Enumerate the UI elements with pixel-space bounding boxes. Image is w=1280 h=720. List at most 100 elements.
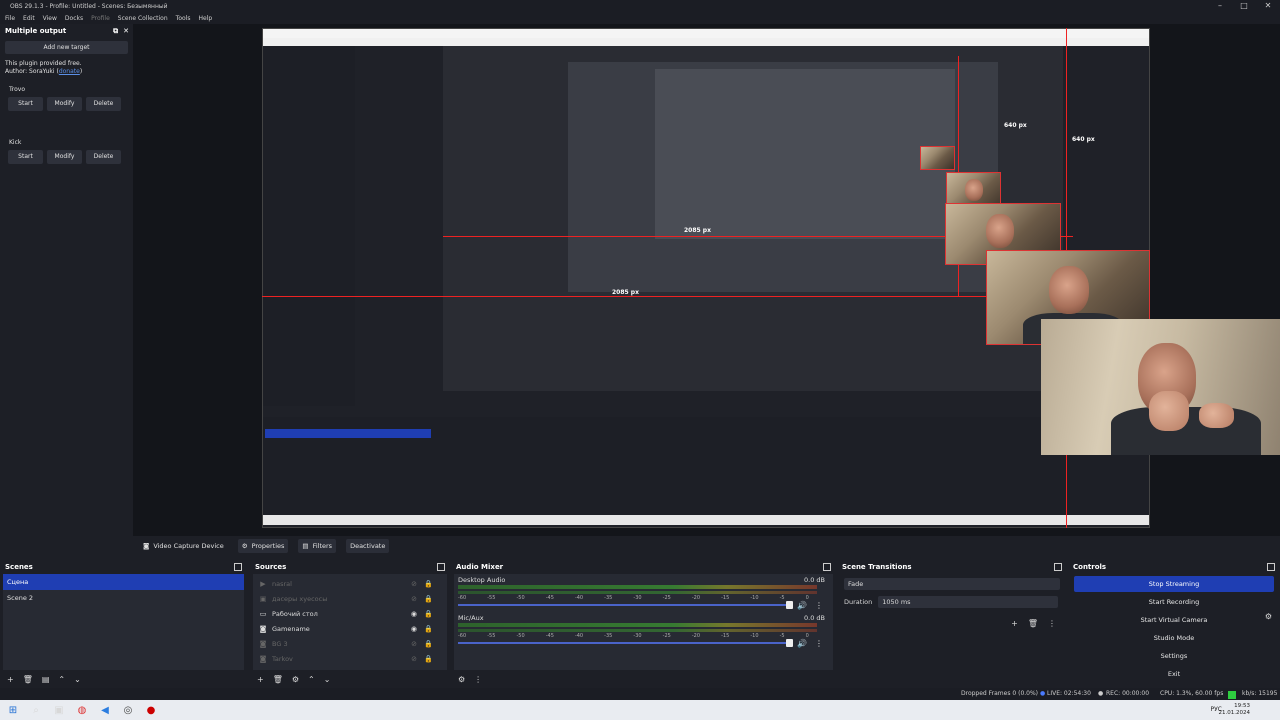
- menu-view[interactable]: View: [43, 15, 57, 22]
- menu-help[interactable]: Help: [198, 15, 212, 22]
- lock-icon[interactable]: 🔒: [424, 625, 433, 633]
- windows-start-icon[interactable]: ⊞: [3, 702, 23, 718]
- source-item[interactable]: ◙ Tarkov ⊘ 🔒: [253, 651, 447, 666]
- nested-taskbar: [263, 515, 1149, 525]
- source-item[interactable]: ◙ BG 3 ⊘ 🔒: [253, 636, 447, 651]
- chrome-icon[interactable]: ◍: [72, 702, 92, 718]
- multiple-output-title: Multiple output: [5, 27, 67, 35]
- undock-icon[interactable]: [437, 563, 445, 571]
- exit-button[interactable]: Exit: [1074, 666, 1274, 682]
- arrow-up-icon[interactable]: ⌃: [58, 675, 65, 684]
- deactivate-button[interactable]: Deactivate: [346, 539, 390, 553]
- eye-off-icon[interactable]: ⊘: [411, 640, 417, 648]
- scene-item[interactable]: Scene 2: [3, 590, 244, 606]
- tick-label: -35: [604, 595, 613, 601]
- telegram-icon[interactable]: ◀: [95, 702, 115, 718]
- gear-icon[interactable]: ⚙: [1265, 612, 1272, 621]
- undock-icon[interactable]: ⧉: [113, 27, 118, 36]
- maximize-icon[interactable]: □: [1232, 0, 1256, 12]
- lock-icon[interactable]: 🔒: [424, 655, 433, 663]
- start-button[interactable]: Start: [8, 97, 43, 111]
- source-item[interactable]: ▣ дасеры хуесосы ⊘ 🔒: [253, 591, 447, 606]
- menu-bar: File Edit View Docks Profile Scene Colle…: [0, 12, 1280, 24]
- arrow-down-icon[interactable]: ⌄: [74, 675, 81, 684]
- gear-icon[interactable]: ⚙: [292, 675, 299, 684]
- trash-icon[interactable]: 🗑: [1028, 619, 1038, 628]
- start-virtual-camera-button[interactable]: Start Virtual Camera: [1074, 612, 1274, 628]
- volume-slider-handle[interactable]: [786, 639, 793, 647]
- volume-slider[interactable]: [458, 604, 789, 606]
- delete-button[interactable]: Delete: [86, 97, 121, 111]
- more-options-icon[interactable]: ⋮: [474, 675, 482, 684]
- donate-link[interactable]: donate: [59, 68, 80, 75]
- speaker-icon[interactable]: 🔊: [797, 601, 807, 610]
- menu-edit[interactable]: Edit: [23, 15, 35, 22]
- duration-input[interactable]: 1050 ms: [878, 596, 1059, 608]
- arrow-down-icon[interactable]: ⌄: [324, 675, 331, 684]
- volume-slider-handle[interactable]: [786, 601, 793, 609]
- start-recording-button[interactable]: Start Recording: [1074, 594, 1274, 610]
- undock-icon[interactable]: [234, 563, 242, 571]
- task-view-icon[interactable]: ▣: [49, 702, 69, 718]
- menu-tools[interactable]: Tools: [176, 15, 191, 22]
- more-options-icon[interactable]: ⋮: [1048, 619, 1056, 628]
- eye-off-icon[interactable]: ⊘: [411, 655, 417, 663]
- tick-label: -30: [633, 595, 642, 601]
- source-item[interactable]: ▭ Рабочий стол ◉ 🔒: [253, 606, 447, 621]
- trash-icon[interactable]: 🗑: [23, 675, 33, 684]
- filter-icon[interactable]: ▤: [42, 675, 50, 684]
- transition-select[interactable]: Fade: [844, 578, 1060, 590]
- eye-off-icon[interactable]: ⊘: [411, 595, 417, 603]
- add-icon[interactable]: +: [7, 675, 14, 684]
- system-clock[interactable]: 19:53 21.01.2024: [1219, 703, 1251, 717]
- close-dock-icon[interactable]: ✕: [123, 27, 129, 36]
- wrench-icon[interactable]: ⚙: [458, 675, 465, 684]
- minimize-icon[interactable]: –: [1208, 0, 1232, 12]
- lock-icon[interactable]: 🔒: [424, 580, 433, 588]
- filters-button[interactable]: ▤ Filters: [298, 539, 337, 553]
- speaker-icon[interactable]: 🔊: [797, 639, 807, 648]
- start-button[interactable]: Start: [8, 150, 43, 164]
- eye-icon[interactable]: ◉: [411, 610, 417, 618]
- menu-file[interactable]: File: [5, 15, 15, 22]
- menu-profile[interactable]: Profile: [91, 15, 110, 22]
- eye-icon[interactable]: ◉: [411, 625, 417, 633]
- add-icon[interactable]: +: [257, 675, 264, 684]
- obs-icon[interactable]: ●: [141, 702, 161, 718]
- scene-item[interactable]: Сцена: [3, 574, 244, 590]
- lock-icon[interactable]: 🔒: [424, 595, 433, 603]
- add-icon[interactable]: +: [1011, 619, 1018, 628]
- source-item[interactable]: ▶ nasral ⊘ 🔒: [253, 576, 447, 591]
- undock-icon[interactable]: [1267, 563, 1275, 571]
- delete-button[interactable]: Delete: [86, 150, 121, 164]
- channel-db: 0.0 dB: [804, 614, 825, 622]
- more-options-icon[interactable]: ⋮: [815, 601, 823, 610]
- undock-icon[interactable]: [1054, 563, 1062, 571]
- steam-icon[interactable]: ◎: [118, 702, 138, 718]
- search-icon[interactable]: ⌕: [26, 702, 46, 718]
- menu-docks[interactable]: Docks: [65, 15, 83, 22]
- stop-streaming-button[interactable]: Stop Streaming: [1074, 576, 1274, 592]
- volume-slider[interactable]: [458, 642, 789, 644]
- more-options-icon[interactable]: ⋮: [815, 639, 823, 648]
- settings-button[interactable]: Settings: [1074, 648, 1274, 664]
- rec-icon: ●: [1098, 690, 1104, 697]
- trash-icon[interactable]: 🗑: [273, 675, 283, 684]
- source-item[interactable]: ◙ Gamename ◉ 🔒: [253, 621, 447, 636]
- studio-mode-button[interactable]: Studio Mode: [1074, 630, 1274, 646]
- close-window-icon[interactable]: ✕: [1256, 0, 1280, 12]
- eye-off-icon[interactable]: ⊘: [411, 580, 417, 588]
- controls-list: Stop Streaming Start Recording Start Vir…: [1071, 574, 1277, 686]
- modify-button[interactable]: Modify: [47, 150, 82, 164]
- lock-icon[interactable]: 🔒: [424, 640, 433, 648]
- rec-time: REC: 00:00:00: [1106, 690, 1150, 697]
- menu-scene-collection[interactable]: Scene Collection: [118, 15, 168, 22]
- add-new-target-button[interactable]: Add new target: [5, 41, 128, 54]
- duration-row: Duration 1050 ms: [844, 596, 1060, 608]
- properties-button[interactable]: ⚙ Properties: [237, 539, 289, 553]
- modify-button[interactable]: Modify: [47, 97, 82, 111]
- live-square-icon: [1228, 691, 1236, 699]
- lock-icon[interactable]: 🔒: [424, 610, 433, 618]
- arrow-up-icon[interactable]: ⌃: [308, 675, 315, 684]
- undock-icon[interactable]: [823, 563, 831, 571]
